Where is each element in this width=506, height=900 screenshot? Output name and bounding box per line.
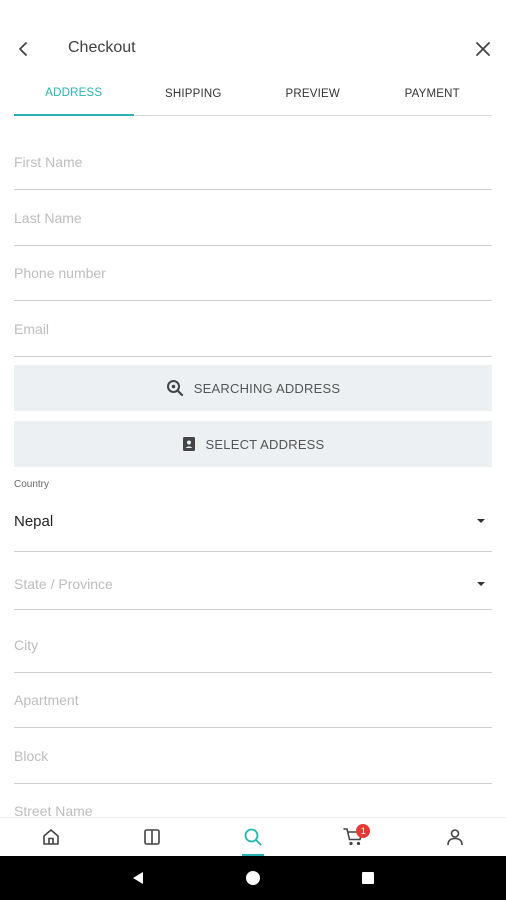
first-name-placeholder: First Name [14,154,83,170]
email-placeholder: Email [14,321,50,337]
phone-field[interactable]: Phone number [14,246,492,301]
profile-icon [447,829,464,846]
apartment-placeholder: Apartment [14,692,79,708]
country-select[interactable]: Nepal [14,496,492,552]
searching-address-button[interactable]: SEARCHING ADDRESS [14,365,492,411]
nav-catalog[interactable] [101,818,202,856]
nav-cart[interactable]: 1 [304,818,405,856]
city-field[interactable]: City [14,610,492,673]
app-header: Checkout [0,0,506,80]
bottom-nav: 1 [0,817,506,856]
phone-placeholder: Phone number [14,265,106,281]
city-placeholder: City [14,637,39,653]
page-title: Checkout [68,39,136,56]
nav-home[interactable] [0,818,101,856]
caret-down-icon [477,519,485,523]
nav-search[interactable] [202,818,303,856]
system-back-icon[interactable] [130,870,146,886]
chevron-left-icon [19,42,27,56]
state-select[interactable]: State / Province [14,552,492,610]
address-form: First Name Last Name Phone number Email [14,116,492,357]
select-address-button[interactable]: SELECT ADDRESS [14,421,492,467]
contact-book-icon [182,436,196,452]
close-icon [476,42,490,56]
home-icon [42,829,59,845]
last-name-field[interactable]: Last Name [14,190,492,246]
block-field[interactable]: Block [14,728,492,784]
apartment-field[interactable]: Apartment [14,673,492,728]
caret-down-icon [477,582,485,586]
tab-preview[interactable]: PREVIEW [253,80,373,115]
searching-address-label: SEARCHING ADDRESS [193,380,341,396]
select-address-label: SELECT ADDRESS [205,436,325,452]
close-button[interactable] [470,36,496,62]
checkout-tabs: ADDRESS SHIPPING PREVIEW PAYMENT [14,80,492,116]
state-placeholder: State / Province [14,576,113,592]
email-field[interactable]: Email [14,301,492,357]
nav-profile[interactable] [405,818,506,856]
cart-badge: 1 [356,824,371,838]
back-button[interactable] [10,36,36,62]
last-name-placeholder: Last Name [14,210,82,226]
search-location-icon [166,379,184,397]
catalog-icon [143,829,160,845]
tab-shipping[interactable]: SHIPPING [134,80,254,115]
system-home-icon[interactable] [245,870,261,886]
system-nav-bar [0,856,506,900]
system-recents-icon[interactable] [360,870,376,886]
tab-address[interactable]: ADDRESS [14,80,134,116]
first-name-field[interactable]: First Name [14,116,492,190]
country-label: Country [14,479,50,490]
tab-payment[interactable]: PAYMENT [373,80,493,115]
country-value: Nepal [14,513,54,530]
block-placeholder: Block [14,748,49,764]
search-icon [244,828,262,846]
